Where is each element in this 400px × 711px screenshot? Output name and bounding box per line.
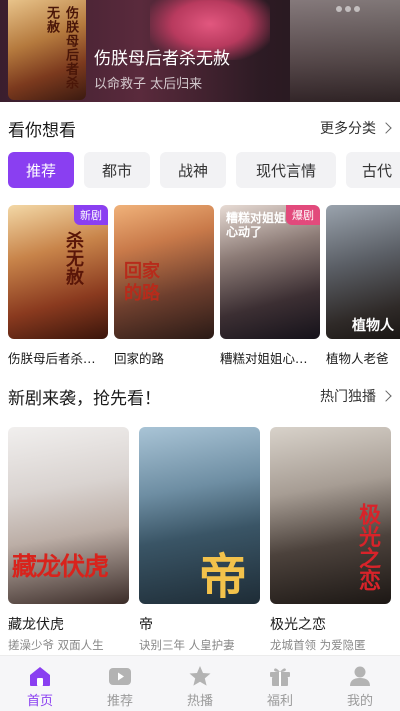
nav-hot[interactable]: 热播 — [160, 656, 240, 711]
poster-text: 回家的路 — [124, 261, 160, 304]
bottom-nav: 首页 推荐 热播 福利 我的 — [0, 655, 400, 711]
nav-welfare[interactable]: 福利 — [240, 656, 320, 711]
nav-label: 热播 — [186, 694, 213, 709]
play-icon — [109, 668, 131, 685]
star-icon — [189, 666, 211, 686]
chevron-right-icon — [380, 390, 392, 402]
drama-card[interactable]: 回家的路 回家的路 — [114, 205, 214, 370]
user-icon — [350, 666, 370, 686]
section-header-recommend: 看你想看 更多分类 — [0, 112, 400, 142]
hero-poster[interactable]: 伤朕母后者杀无赦 — [8, 0, 86, 100]
hero-indicator — [336, 6, 360, 12]
hero-subtitle: 以命救子 太后归来 — [94, 77, 203, 92]
drama-card[interactable]: 极光之恋 极光之恋 龙城首领 为爱隐匿 — [270, 427, 391, 652]
drama-title: 糟糕对姐姐心… — [220, 351, 308, 366]
hero-background-right — [290, 0, 400, 102]
drama-card[interactable]: 杀无赦 新剧 伤朕母后者杀… — [8, 205, 108, 370]
drama-poster: 杀无赦 新剧 — [8, 205, 108, 339]
new-drama-list: 藏龙伏虎 藏龙伏虎 搓澡少爷 双面人生 帝 帝 诀别三年 人皇护妻 极光之恋 极… — [8, 427, 400, 652]
drama-title: 伤朕母后者杀… — [8, 351, 96, 366]
nav-recommend[interactable]: 推荐 — [80, 656, 160, 711]
tab-urban[interactable]: 都市 — [84, 152, 150, 188]
category-tabs: 推荐 都市 战神 现代言情 古代 — [8, 152, 400, 188]
nav-label: 首页 — [26, 694, 53, 709]
tab-ancient[interactable]: 古代 — [346, 152, 400, 188]
poster-text: 藏龙伏虎 — [12, 552, 109, 581]
poster-text: 帝 — [199, 549, 248, 604]
more-categories-link[interactable]: 更多分类 — [320, 118, 392, 138]
poster-text: 植物人 — [352, 318, 394, 334]
nav-label: 我的 — [346, 694, 373, 709]
more-label: 热门独播 — [320, 389, 376, 405]
hot-exclusive-link[interactable]: 热门独播 — [320, 386, 392, 406]
gift-icon — [270, 668, 290, 686]
home-icon — [30, 667, 50, 686]
more-label: 更多分类 — [320, 121, 376, 137]
nav-label: 推荐 — [106, 694, 133, 709]
new-badge: 新剧 — [74, 205, 108, 225]
drama-desc: 搓澡少爷 双面人生 — [8, 638, 104, 652]
poster-text: 极光之恋 — [355, 503, 380, 591]
section-header-new: 新剧来袭，抢先看！ 热门独播 — [0, 380, 400, 410]
drama-title: 植物人老爸 — [326, 351, 389, 366]
chevron-right-icon — [380, 122, 392, 134]
drama-poster: 帝 — [139, 427, 260, 604]
drama-title: 回家的路 — [114, 351, 165, 366]
recommend-list: 杀无赦 新剧 伤朕母后者杀… 回家的路 回家的路 糟糕对姐姐心动了 爆剧 糟糕对… — [8, 205, 400, 370]
drama-title: 帝 — [139, 617, 153, 633]
tab-recommend[interactable]: 推荐 — [8, 152, 74, 188]
nav-home[interactable]: 首页 — [0, 656, 80, 711]
section-title: 看你想看 — [8, 121, 76, 141]
drama-card[interactable]: 帝 帝 诀别三年 人皇护妻 — [139, 427, 260, 652]
tab-war-god[interactable]: 战神 — [160, 152, 226, 188]
section-title: 新剧来袭，抢先看！ — [8, 389, 161, 409]
drama-poster: 植物人 — [326, 205, 400, 339]
drama-title: 藏龙伏虎 — [8, 617, 64, 633]
poster-text: 杀无赦 — [63, 231, 84, 285]
drama-desc: 龙城首领 为爱隐匿 — [270, 638, 366, 652]
drama-poster: 极光之恋 — [270, 427, 391, 604]
drama-desc: 诀别三年 人皇护妻 — [139, 638, 235, 652]
hero-banner[interactable]: 伤朕母后者杀无赦 伤朕母后者杀无赦 以命救子 太后归来 — [0, 0, 400, 102]
hero-poster-title: 伤朕母后者杀无赦 — [44, 6, 78, 90]
drama-poster: 藏龙伏虎 — [8, 427, 129, 604]
drama-card[interactable]: 植物人 植物人老爸 — [326, 205, 400, 370]
drama-card[interactable]: 糟糕对姐姐心动了 爆剧 糟糕对姐姐心… — [220, 205, 320, 370]
drama-title: 极光之恋 — [270, 617, 326, 633]
hero-title: 伤朕母后者杀无赦 — [94, 49, 230, 69]
drama-poster: 糟糕对姐姐心动了 爆剧 — [220, 205, 320, 339]
nav-label: 福利 — [266, 694, 293, 709]
hot-badge: 爆剧 — [286, 205, 320, 225]
drama-card[interactable]: 藏龙伏虎 藏龙伏虎 搓澡少爷 双面人生 — [8, 427, 129, 652]
nav-mine[interactable]: 我的 — [320, 656, 400, 711]
tab-modern-romance[interactable]: 现代言情 — [236, 152, 336, 188]
drama-poster: 回家的路 — [114, 205, 214, 339]
